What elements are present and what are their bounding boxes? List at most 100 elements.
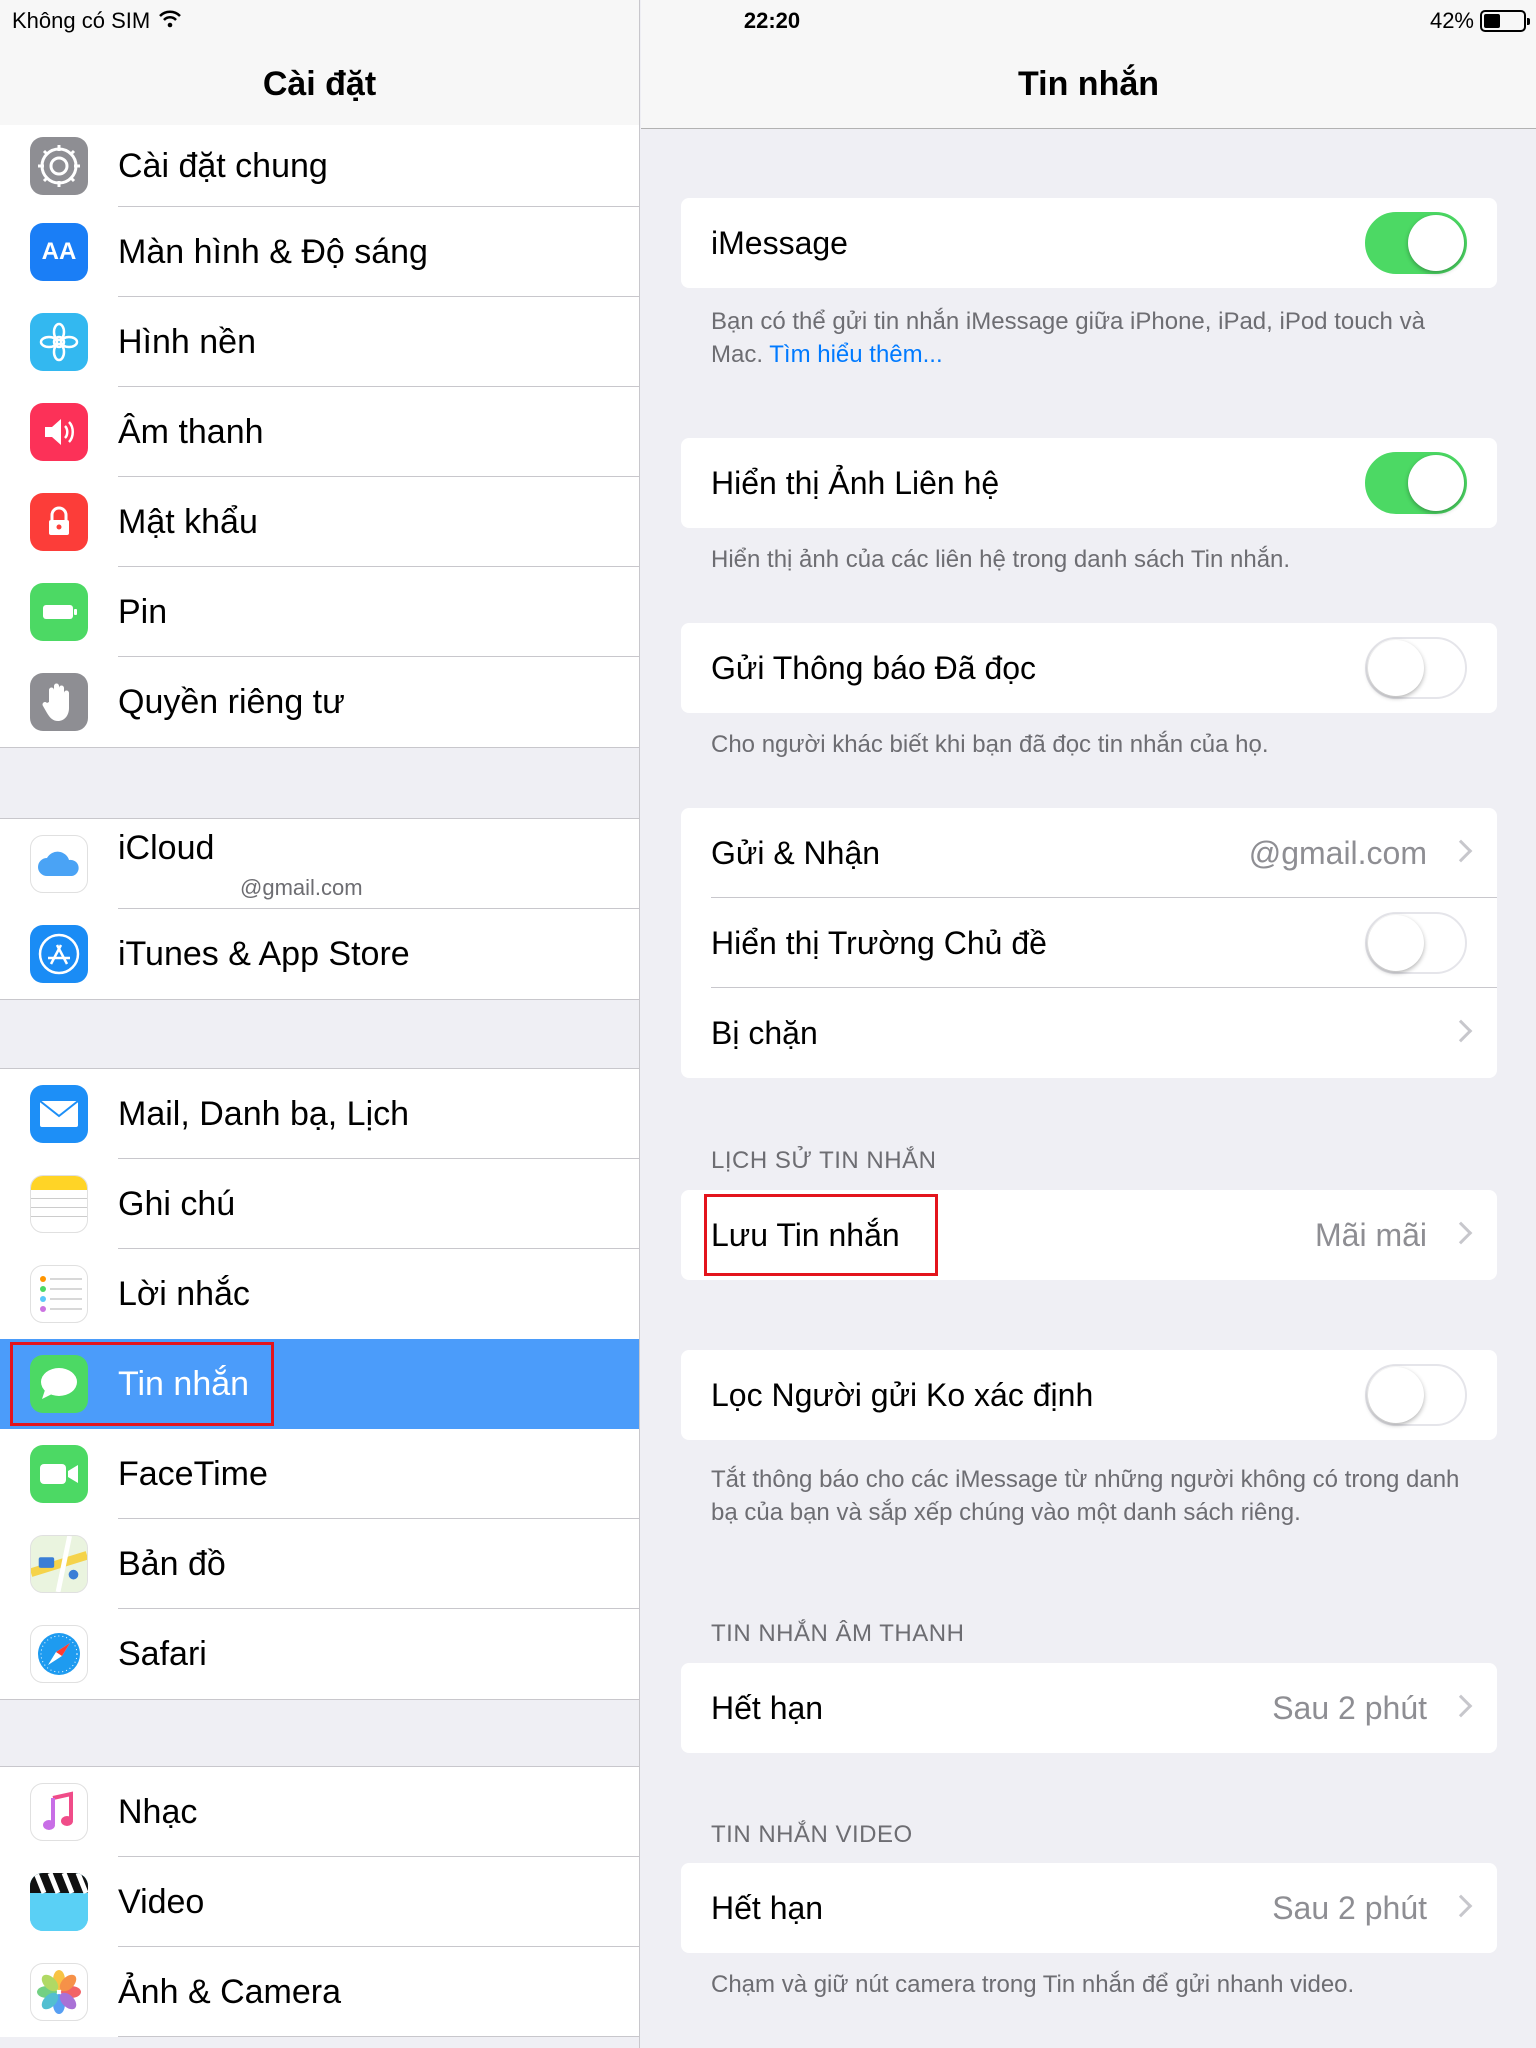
audio-section-header: TIN NHẮN ÂM THANH (711, 1620, 965, 1647)
sidebar-item-photos-camera[interactable]: Ảnh & Camera (0, 1947, 639, 2037)
send-receive-card: Gửi & Nhận @gmail.com Hiển thị Trường Ch… (681, 808, 1497, 1078)
sidebar-item-notes[interactable]: Ghi chú (0, 1159, 639, 1249)
filter-unknown-toggle[interactable] (1365, 1364, 1467, 1426)
blocked-row[interactable]: Bị chặn (681, 988, 1497, 1078)
chevron-right-icon (1449, 839, 1473, 863)
messages-icon (30, 1355, 88, 1413)
display-brightness-glyph: AA (41, 238, 77, 265)
settings-group-media: Nhạc Video Ảnh & Camera (0, 1766, 639, 2037)
sidebar-item-label: Lời nhắc (118, 1274, 250, 1313)
keep-messages-row[interactable]: Lưu Tin nhắn Mãi mãi (681, 1190, 1497, 1280)
sidebar-item-general[interactable]: Cài đặt chung (0, 125, 639, 207)
reminders-icon (30, 1265, 88, 1323)
settings-master-pane: Cài đặt Cài đặt chung AA Màn hình & Độ s… (0, 0, 640, 2048)
learn-more-link[interactable]: Tìm hiểu thêm... (769, 341, 942, 368)
subject-field-label: Hiển thị Trường Chủ đề (711, 924, 1047, 961)
settings-group-apps: Mail, Danh bạ, Lịch Ghi chú Lời nhắc Tin… (0, 1068, 639, 1700)
gear-icon (30, 137, 88, 195)
sidebar-item-video[interactable]: Video (0, 1857, 639, 1947)
toggle-knob (1408, 215, 1464, 271)
sidebar-item-label: Quyền riêng tư (118, 682, 345, 721)
send-receive-row[interactable]: Gửi & Nhận @gmail.com (681, 808, 1497, 898)
maps-icon (30, 1535, 88, 1593)
sidebar-item-reminders[interactable]: Lời nhắc (0, 1249, 639, 1339)
sidebar-item-label: Âm thanh (118, 412, 264, 451)
toggle-knob (1368, 915, 1424, 971)
sidebar-item-maps[interactable]: Bản đồ (0, 1519, 639, 1609)
history-section-header: LỊCH SỬ TIN NHẮN (711, 1147, 937, 1174)
audio-expire-value: Sau 2 phút (1272, 1689, 1427, 1726)
icloud-account-email: @gmail.com (240, 875, 363, 900)
send-receive-label: Gửi & Nhận (711, 834, 881, 871)
sidebar-item-label: Nhạc (118, 1792, 198, 1831)
sidebar-item-label: Bản đồ (118, 1544, 226, 1583)
status-time: 22:20 (743, 8, 801, 33)
battery-percent: 42% (1429, 8, 1474, 33)
audio-expire-card: Hết hạn Sau 2 phút (681, 1663, 1497, 1753)
sidebar-item-label: Hình nền (118, 322, 256, 361)
sidebar-item-label: Tin nhắn (118, 1364, 250, 1403)
keep-messages-value: Mãi mãi (1314, 1216, 1427, 1253)
subject-field-row: Hiển thị Trường Chủ đề (681, 898, 1497, 988)
battery-status-icon (1480, 10, 1530, 32)
video-expire-footer: Chạm và giữ nút camera trong Tin nhắn để… (711, 1971, 1355, 1998)
chevron-right-icon (1449, 1221, 1473, 1245)
detail-title: Tin nhắn (1017, 65, 1160, 103)
video-expire-row[interactable]: Hết hạn Sau 2 phút (681, 1863, 1497, 1953)
sidebar-item-display-brightness[interactable]: AA Màn hình & Độ sáng (0, 207, 639, 297)
read-receipts-toggle[interactable] (1365, 637, 1467, 699)
contact-photos-toggle[interactable] (1365, 452, 1467, 514)
send-receive-value: @gmail.com (1248, 834, 1427, 871)
sidebar-item-label: iCloud (118, 829, 215, 867)
sidebar-item-label: Safari (118, 1634, 207, 1673)
audio-expire-row[interactable]: Hết hạn Sau 2 phút (681, 1663, 1497, 1753)
sidebar-item-mail-contacts-calendars[interactable]: Mail, Danh bạ, Lịch (0, 1069, 639, 1159)
sidebar-item-label: Ảnh & Camera (118, 1972, 341, 2011)
sidebar-item-privacy[interactable]: Quyền riêng tư (0, 657, 639, 747)
battery-fill (1484, 14, 1500, 28)
keep-messages-label: Lưu Tin nhắn (711, 1216, 900, 1253)
icloud-icon (30, 835, 88, 893)
imessage-row: iMessage (681, 198, 1497, 288)
sidebar-item-battery[interactable]: Pin (0, 567, 639, 657)
settings-group-general: Cài đặt chung AA Màn hình & Độ sáng Hình… (0, 125, 639, 748)
battery-icon (30, 583, 88, 641)
video-expire-label: Hết hạn (711, 1889, 824, 1926)
display-brightness-icon: AA (30, 223, 88, 281)
privacy-hand-icon (30, 673, 88, 731)
contact-photos-row: Hiển thị Ảnh Liên hệ (681, 438, 1497, 528)
battery-indicator: 42% (1429, 8, 1530, 34)
sidebar-item-passcode[interactable]: Mật khẩu (0, 477, 639, 567)
sidebar-item-safari[interactable]: Safari (0, 1609, 639, 1699)
sidebar-item-sounds[interactable]: Âm thanh (0, 387, 639, 477)
sidebar-item-messages[interactable]: Tin nhắn (0, 1339, 639, 1429)
chevron-right-icon (1449, 1019, 1473, 1043)
sidebar-item-wallpaper[interactable]: Hình nền (0, 297, 639, 387)
sidebar-item-itunes-app-store[interactable]: iTunes & App Store (0, 909, 639, 999)
video-section-header: TIN NHẮN VIDEO (711, 1821, 913, 1848)
video-expire-value: Sau 2 phút (1272, 1889, 1427, 1926)
sidebar-item-icloud[interactable]: iCloud @gmail.com (0, 819, 639, 909)
read-receipts-card: Gửi Thông báo Đã đọc (681, 623, 1497, 713)
sidebar-item-label: iTunes & App Store (118, 934, 410, 973)
carrier-indicator: Không có SIM (12, 8, 182, 34)
divider (118, 2036, 639, 2037)
sidebar-item-label: Mật khẩu (118, 502, 258, 541)
imessage-card: iMessage (681, 198, 1497, 288)
filter-unknown-footer: Tắt thông báo cho các iMessage từ những … (711, 1466, 1460, 1526)
wifi-icon (158, 8, 182, 34)
read-receipts-footer: Cho người khác biết khi bạn đã đọc tin n… (711, 731, 1269, 758)
facetime-icon (30, 1445, 88, 1503)
contact-photos-label: Hiển thị Ảnh Liên hệ (711, 464, 1000, 501)
subject-field-toggle[interactable] (1365, 912, 1467, 974)
sidebar-item-music[interactable]: Nhạc (0, 1767, 639, 1857)
sidebar-item-label: FaceTime (118, 1454, 268, 1493)
filter-unknown-label: Lọc Người gửi Ko xác định (711, 1376, 1094, 1413)
imessage-toggle[interactable] (1365, 212, 1467, 274)
chevron-right-icon (1449, 1894, 1473, 1918)
audio-expire-label: Hết hạn (711, 1689, 824, 1726)
toggle-knob (1368, 1367, 1424, 1423)
sidebar-item-label: Pin (118, 592, 168, 631)
sidebar-item-facetime[interactable]: FaceTime (0, 1429, 639, 1519)
sidebar-item-label: Mail, Danh bạ, Lịch (118, 1094, 410, 1133)
